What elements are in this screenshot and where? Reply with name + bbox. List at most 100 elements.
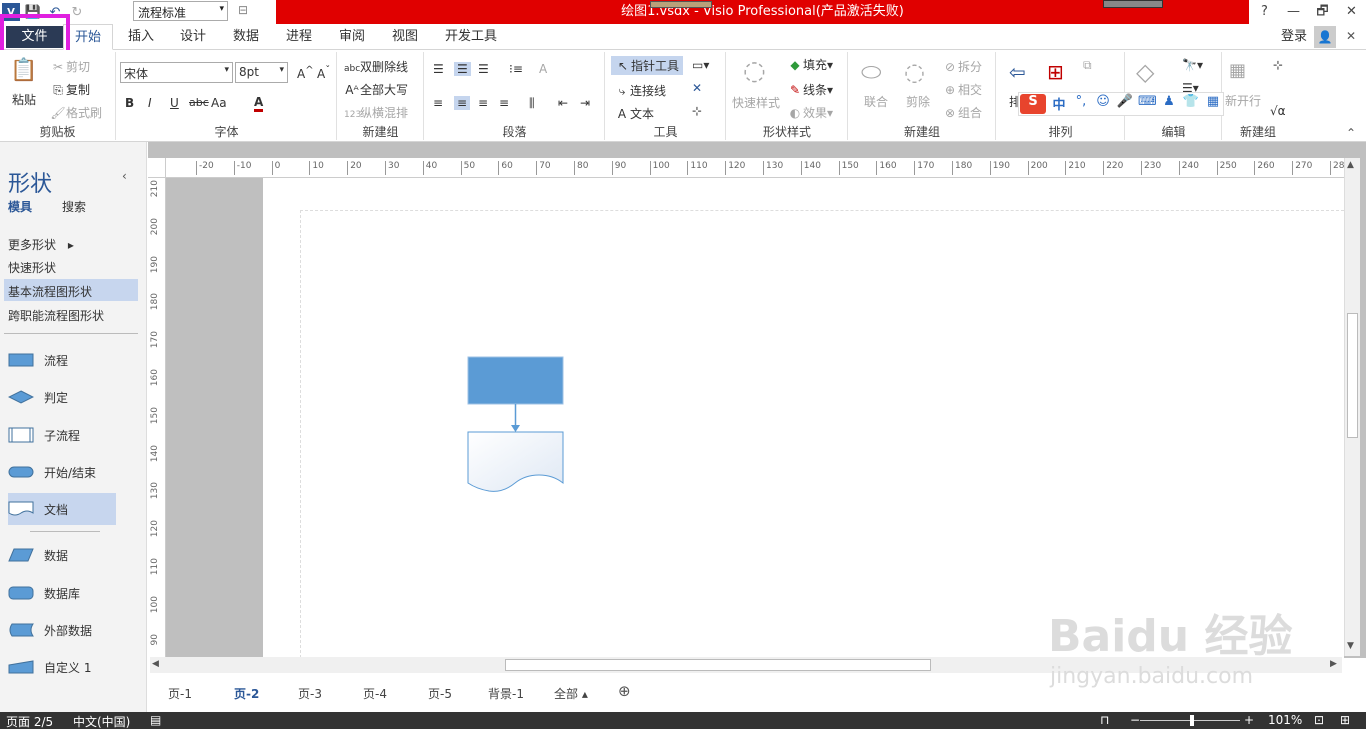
user-icon[interactable]: ♟ xyxy=(1160,94,1178,114)
align-shapes-icon[interactable]: ⊞ xyxy=(1047,60,1064,84)
zoom-slider-thumb[interactable] xyxy=(1190,715,1194,726)
align-bottom-icon[interactable]: ☰ xyxy=(478,62,489,76)
stencil-data[interactable]: 数据 xyxy=(8,539,116,571)
text-tool-button[interactable]: A 文本 xyxy=(614,105,654,122)
line-button[interactable]: ✎ 线条▾ xyxy=(787,81,833,98)
scroll-down-icon[interactable]: ▼ xyxy=(1347,641,1354,651)
stencil-external-data[interactable]: 外部数据 xyxy=(8,614,116,646)
page-tab-4[interactable]: 页-4 xyxy=(363,685,387,702)
equation-icon[interactable]: ⊹ xyxy=(1273,58,1283,72)
page-tab-3[interactable]: 页-3 xyxy=(298,685,322,702)
basic-flowchart-item[interactable]: 基本流程图形状 xyxy=(4,279,138,301)
presentation-icon[interactable]: ⊓ xyxy=(1100,713,1109,727)
punctuation-icon[interactable]: °, xyxy=(1072,94,1090,114)
stencil-subprocess[interactable]: 子流程 xyxy=(8,419,116,451)
page-tab-5[interactable]: 页-5 xyxy=(428,685,452,702)
change-shape-icon[interactable]: ◇ xyxy=(1136,58,1154,86)
scroll-up-icon[interactable]: ▲ xyxy=(1347,160,1354,170)
pan-zoom-icon[interactable]: ⊞ xyxy=(1340,713,1350,727)
help-button[interactable]: ? xyxy=(1250,0,1279,24)
user-avatar-icon[interactable]: 👤 xyxy=(1314,26,1336,48)
page-tab-background[interactable]: 背景-1 xyxy=(488,685,524,702)
minimize-button[interactable]: — xyxy=(1279,0,1308,24)
tab-process[interactable]: 进程 xyxy=(276,24,322,50)
paste-icon[interactable]: 📋 xyxy=(10,58,37,83)
tab-review[interactable]: 审阅 xyxy=(329,24,375,50)
emoji-icon[interactable]: ☺ xyxy=(1094,94,1112,114)
connection-point-icon[interactable]: ⊹ xyxy=(692,104,702,118)
increase-indent-icon[interactable]: ⇥ xyxy=(580,96,590,110)
decrease-indent-icon[interactable]: ⇤ xyxy=(558,96,568,110)
fragment-button[interactable]: 剪除 xyxy=(906,93,930,110)
vertical-text-button[interactable]: 123纵横混排 xyxy=(344,104,408,121)
grid-icon[interactable]: ▦ xyxy=(1204,94,1222,114)
tab-design[interactable]: 设计 xyxy=(170,24,216,50)
spacing-icon[interactable]: ⫼ xyxy=(529,96,535,111)
all-caps-button[interactable]: Aᴬ全部大写 xyxy=(344,81,408,98)
change-case-button[interactable]: Aa xyxy=(211,96,227,110)
x-tool-icon[interactable]: ✕ xyxy=(692,81,702,95)
quick-styles-icon[interactable]: ◌ xyxy=(743,56,766,86)
paste-button[interactable]: 粘贴 xyxy=(12,91,36,108)
fit-page-icon[interactable]: ⊡ xyxy=(1314,713,1324,727)
font-size-select[interactable]: 8pt ▾ xyxy=(235,62,288,83)
position-icon[interactable]: ⇦ xyxy=(1009,60,1026,84)
fill-button[interactable]: ◆ 填充▾ xyxy=(787,56,833,73)
align-middle-icon[interactable]: ☰ xyxy=(454,62,471,76)
more-shapes-menu[interactable]: 更多形状 ▸ xyxy=(8,236,74,253)
shrink-font-icon[interactable]: Aˇ xyxy=(317,65,330,81)
ime-lang-toggle[interactable]: 中 xyxy=(1050,94,1068,114)
align-top-icon[interactable]: ☰ xyxy=(433,62,444,76)
font-name-select[interactable]: 宋体 ▾ xyxy=(120,62,233,83)
stencil-database[interactable]: 数据库 xyxy=(8,577,116,609)
stencils-tab[interactable]: 模具 xyxy=(8,198,32,215)
quick-shapes-item[interactable]: 快速形状 xyxy=(8,259,56,276)
pointer-tool-button[interactable]: ↖ 指针工具 xyxy=(611,56,684,75)
double-strike-button[interactable]: abc双删除线 xyxy=(344,58,408,75)
ribbon-collapse-icon[interactable]: ⌃ xyxy=(1346,126,1356,140)
vertical-scrollbar[interactable]: ▲ ▼ xyxy=(1344,158,1360,656)
table-icon[interactable]: ▦ xyxy=(1229,60,1246,81)
quick-styles-button[interactable]: 快速样式 xyxy=(732,94,780,111)
align-left-icon[interactable]: ≡ xyxy=(433,96,443,110)
theme-style-select[interactable]: 流程标准 ▾ xyxy=(133,1,228,21)
scroll-left-icon[interactable]: ◀ xyxy=(152,659,159,669)
find-icon[interactable]: 🔭▾ xyxy=(1182,58,1203,72)
intersect-button[interactable]: ⊕ 相交 xyxy=(942,81,982,98)
microphone-icon[interactable]: 🎤 xyxy=(1116,94,1134,114)
stencil-process[interactable]: 流程 xyxy=(8,344,116,376)
cut-button[interactable]: ✂ 剪切 xyxy=(50,58,90,75)
group-icon[interactable]: ⧉ xyxy=(1083,58,1092,73)
stencil-start-end[interactable]: 开始/结束 xyxy=(8,456,116,488)
justify-icon[interactable]: ≡ xyxy=(499,96,509,110)
zoom-out-icon[interactable]: − xyxy=(1130,713,1140,727)
close-button[interactable]: ✕ xyxy=(1337,0,1366,24)
format-painter-button[interactable]: 🖌格式刷 xyxy=(50,104,102,121)
macro-icon[interactable]: ▤ xyxy=(150,713,161,727)
align-center-icon[interactable]: ≡ xyxy=(454,96,471,110)
align-right-icon[interactable]: ≡ xyxy=(478,96,488,110)
skin-icon[interactable]: 👕 xyxy=(1182,94,1200,114)
qat-customize-icon[interactable]: ⊟ xyxy=(238,3,248,17)
union-icon[interactable]: ⬭ xyxy=(861,58,882,86)
login-link[interactable]: 登录 xyxy=(1276,24,1312,50)
strikethrough-button[interactable]: abc xyxy=(189,96,209,109)
restore-button[interactable]: 🗗 xyxy=(1308,0,1337,24)
combine-button[interactable]: ⊗ 组合 xyxy=(942,104,982,121)
italic-button[interactable]: I xyxy=(148,96,152,110)
tab-view[interactable]: 视图 xyxy=(382,24,428,50)
vertical-scroll-thumb[interactable] xyxy=(1347,313,1358,438)
stencil-decision[interactable]: 判定 xyxy=(8,381,116,413)
search-tab[interactable]: 搜索 xyxy=(62,198,86,215)
collapse-ribbon-icon[interactable]: ✕ xyxy=(1346,29,1356,43)
stencil-document[interactable]: 文档 xyxy=(8,493,116,525)
split-button[interactable]: ⊘ 拆分 xyxy=(942,58,982,75)
keyboard-icon[interactable]: ⌨ xyxy=(1138,94,1157,114)
fragment-icon[interactable]: ◌ xyxy=(904,58,925,86)
page-indicator[interactable]: 页面 2/5 xyxy=(6,713,53,730)
collapse-panel-icon[interactable]: ‹ xyxy=(122,169,127,183)
tab-insert[interactable]: 插入 xyxy=(118,24,164,50)
scroll-right-icon[interactable]: ▶ xyxy=(1330,659,1337,669)
stencil-custom1[interactable]: 自定义 1 xyxy=(8,651,116,683)
add-page-icon[interactable]: ⊕ xyxy=(618,682,631,700)
